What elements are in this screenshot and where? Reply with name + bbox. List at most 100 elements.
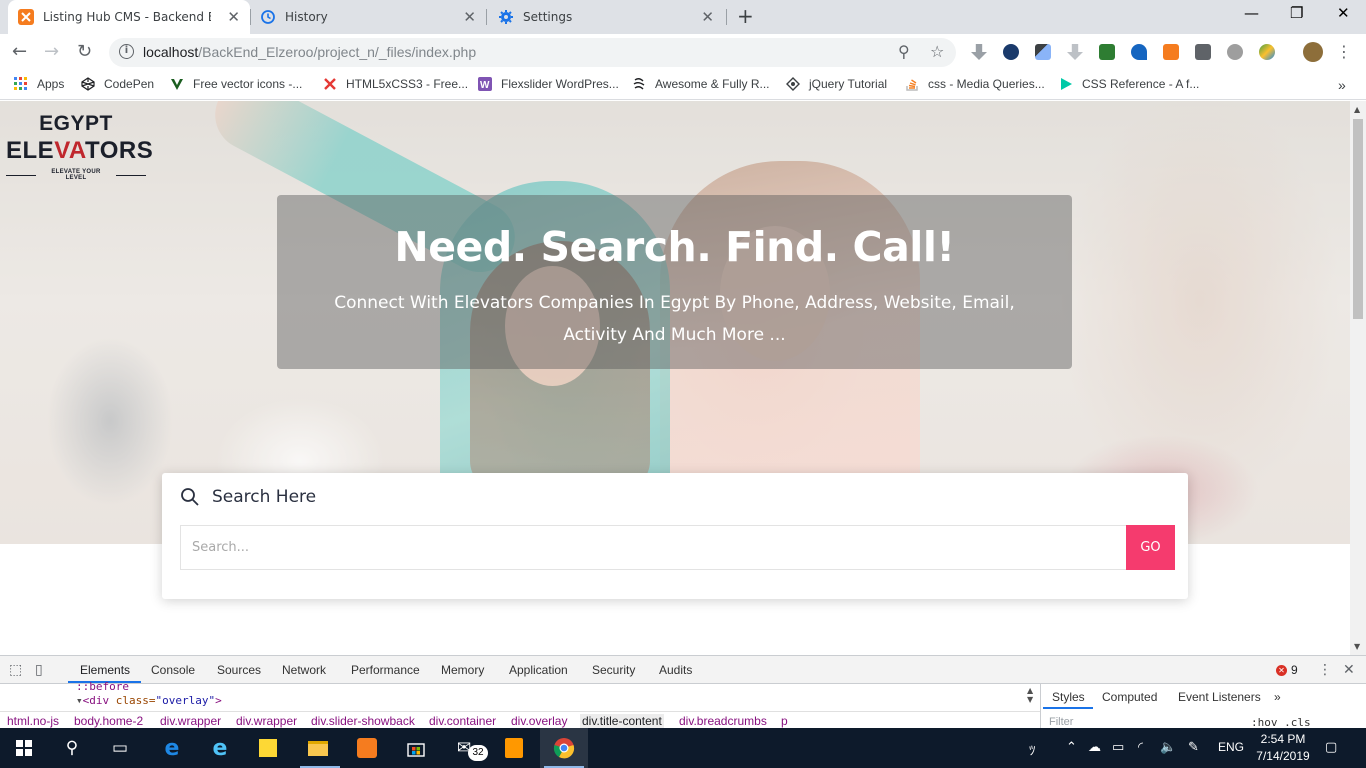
close-tab-icon[interactable]: ✕ xyxy=(227,8,240,26)
breadcrumb-item[interactable]: div.container xyxy=(429,714,496,728)
new-tab-plus-icon[interactable]: + xyxy=(737,5,754,27)
minimize-window-icon[interactable]: — xyxy=(1244,4,1259,22)
breadcrumb-item[interactable]: div.wrapper xyxy=(160,714,221,728)
action-center-notification-icon[interactable]: ▢ xyxy=(1325,740,1337,755)
bookmark-codepen[interactable]: CodePen xyxy=(81,77,154,91)
file-explorer-folder-icon[interactable] xyxy=(306,736,330,760)
tab-settings[interactable]: Settings ✕ xyxy=(488,0,724,34)
close-tab-icon[interactable]: ✕ xyxy=(701,8,714,26)
eyedropper-extension-icon[interactable] xyxy=(1035,44,1051,60)
extension-blue-icon[interactable] xyxy=(1131,44,1147,60)
devtools-tab-console[interactable]: Console xyxy=(151,663,195,677)
scroll-thumb[interactable] xyxy=(1353,119,1363,319)
devtools-tab-application[interactable]: Application xyxy=(509,663,568,677)
sticky-notes-icon[interactable] xyxy=(256,736,280,760)
store-bag-icon[interactable] xyxy=(404,736,428,760)
styles-tab[interactable]: Styles xyxy=(1052,690,1085,704)
site-logo[interactable]: EGYPT ELEVATORS ELEVATE YOUR LEVEL xyxy=(6,111,153,181)
svg-text:W: W xyxy=(480,80,490,91)
address-bar[interactable]: i localhost/BackEnd_Elzeroo/project_n/_f… xyxy=(109,38,956,67)
zoom-magnifier-icon[interactable]: ⚲ xyxy=(898,42,910,61)
event-listeners-tab[interactable]: Event Listeners xyxy=(1178,690,1261,704)
go-button[interactable]: GO xyxy=(1126,525,1175,570)
volume-muted-icon[interactable]: 🔈 xyxy=(1160,740,1176,755)
devtools-tab-sources[interactable]: Sources xyxy=(217,663,261,677)
restore-window-icon[interactable]: ❐ xyxy=(1290,4,1303,22)
scroll-down-arrow-icon[interactable]: ▼ xyxy=(1354,642,1360,651)
dom-node-overlay[interactable]: ▾<div class="overlay"> xyxy=(76,694,222,707)
onedrive-cloud-icon[interactable]: ☁ xyxy=(1088,740,1101,755)
tab-history[interactable]: History ✕ xyxy=(250,0,486,34)
task-view-icon[interactable]: ▭ xyxy=(108,736,132,760)
breadcrumb-item[interactable]: html.no-js xyxy=(7,714,59,728)
bookmark-flexslider[interactable]: W Flexslider WordPres... xyxy=(478,77,619,91)
devtools-tab-performance[interactable]: Performance xyxy=(351,663,420,677)
input-language[interactable]: ENG xyxy=(1218,740,1244,754)
extension-globe-icon[interactable] xyxy=(1259,44,1275,60)
devtools-tab-elements[interactable]: Elements xyxy=(80,663,130,677)
devtools-tab-security[interactable]: Security xyxy=(592,663,635,677)
bookmark-html5xcss3[interactable]: HTML5xCSS3 - Free... xyxy=(323,77,468,91)
bookmark-star-icon[interactable]: ☆ xyxy=(930,42,944,61)
profile-avatar[interactable] xyxy=(1303,42,1323,62)
breadcrumb-item[interactable]: body.home-2 xyxy=(74,714,143,728)
breadcrumb-item-selected[interactable]: div.title-content xyxy=(580,714,664,728)
styles-filter-input[interactable]: Filter xyxy=(1049,716,1073,728)
inspect-element-icon[interactable]: ⬚ xyxy=(9,662,22,678)
edge-browser-icon[interactable]: e xyxy=(160,736,184,761)
tab-listing-hub[interactable]: Listing Hub CMS - Backend Elzer ✕ xyxy=(8,0,250,34)
extension-orange-icon[interactable] xyxy=(1163,44,1179,60)
scroll-up-arrow-icon[interactable]: ▲ xyxy=(1354,105,1360,114)
windows-start-icon[interactable] xyxy=(12,736,36,760)
breadcrumb-item[interactable]: div.overlay xyxy=(511,714,567,728)
breadcrumb-item[interactable]: div.wrapper xyxy=(236,714,297,728)
extension-blue-circle-icon[interactable] xyxy=(1003,44,1019,60)
page-scrollbar[interactable]: ▲ ▼ xyxy=(1350,101,1366,655)
close-window-icon[interactable]: ✕ xyxy=(1337,4,1350,22)
extension-gray-icon[interactable] xyxy=(1195,44,1211,60)
dom-scroll-arrows-icon[interactable]: ▲ ▼ xyxy=(1027,686,1033,704)
back-arrow-icon[interactable]: ← xyxy=(12,42,27,62)
breadcrumb-item[interactable]: div.breadcrumbs xyxy=(679,714,767,728)
menu-kebab-icon[interactable]: ⋮ xyxy=(1336,42,1352,62)
device-toolbar-icon[interactable]: ▯ xyxy=(35,662,43,678)
people-icon[interactable]: ﾂ xyxy=(1029,740,1036,759)
dom-pseudo-before[interactable]: ::before xyxy=(76,680,129,693)
close-tab-icon[interactable]: ✕ xyxy=(463,8,476,26)
devtools-tab-memory[interactable]: Memory xyxy=(441,663,484,677)
breadcrumb-item[interactable]: div.slider-showback xyxy=(311,714,415,728)
devtools-tab-network[interactable]: Network xyxy=(282,663,326,677)
error-counter[interactable]: ✕ 9 xyxy=(1276,663,1298,677)
search-icon[interactable]: ⚲ xyxy=(60,736,84,760)
wifi-icon[interactable]: ◜ xyxy=(1138,740,1143,755)
bookmark-awesome[interactable]: Awesome & Fully R... xyxy=(632,77,769,91)
more-panes-chevron-icon[interactable]: » xyxy=(1274,690,1281,704)
devtools-tab-audits[interactable]: Audits xyxy=(659,663,692,677)
expand-triangle-icon[interactable]: ▾ xyxy=(76,694,83,707)
show-hidden-icons-chevron-icon[interactable]: ⌃ xyxy=(1066,740,1077,755)
bookmark-jquery-tutorial[interactable]: jQuery Tutorial xyxy=(786,77,887,91)
bookmark-css-reference[interactable]: CSS Reference - A f... xyxy=(1059,77,1199,91)
search-input[interactable] xyxy=(180,525,1127,570)
breadcrumb-item[interactable]: p xyxy=(781,714,788,728)
extension-film-icon[interactable] xyxy=(1227,44,1243,60)
devtools-menu-kebab-icon[interactable]: ⋮ xyxy=(1318,662,1332,678)
close-devtools-icon[interactable]: ✕ xyxy=(1343,662,1355,678)
internet-explorer-icon[interactable]: e xyxy=(208,736,232,761)
reload-icon[interactable]: ↻ xyxy=(77,42,92,62)
url-text[interactable]: localhost/BackEnd_Elzeroo/project_n/_fil… xyxy=(143,44,476,60)
cors-extension-icon[interactable] xyxy=(1099,44,1115,60)
bookmark-apps[interactable]: Apps xyxy=(14,77,64,91)
more-bookmarks-chevron-icon[interactable]: » xyxy=(1338,77,1346,93)
site-info-icon[interactable]: i xyxy=(119,44,134,59)
bookmark-css-media-queries[interactable]: css - Media Queries... xyxy=(905,77,1045,91)
battery-icon[interactable]: ▭ xyxy=(1112,740,1124,755)
pen-ink-icon[interactable]: ✎ xyxy=(1188,740,1199,755)
bookmark-free-vector-icons[interactable]: Free vector icons -... xyxy=(170,77,302,91)
sublime-text-icon[interactable] xyxy=(502,736,526,760)
computed-tab[interactable]: Computed xyxy=(1102,690,1157,704)
chrome-browser-icon[interactable] xyxy=(552,736,576,760)
taskbar-clock[interactable]: 2:54 PM 7/14/2019 xyxy=(1252,731,1314,765)
xampp-icon[interactable] xyxy=(355,736,379,760)
forward-arrow-icon[interactable]: → xyxy=(44,42,59,62)
